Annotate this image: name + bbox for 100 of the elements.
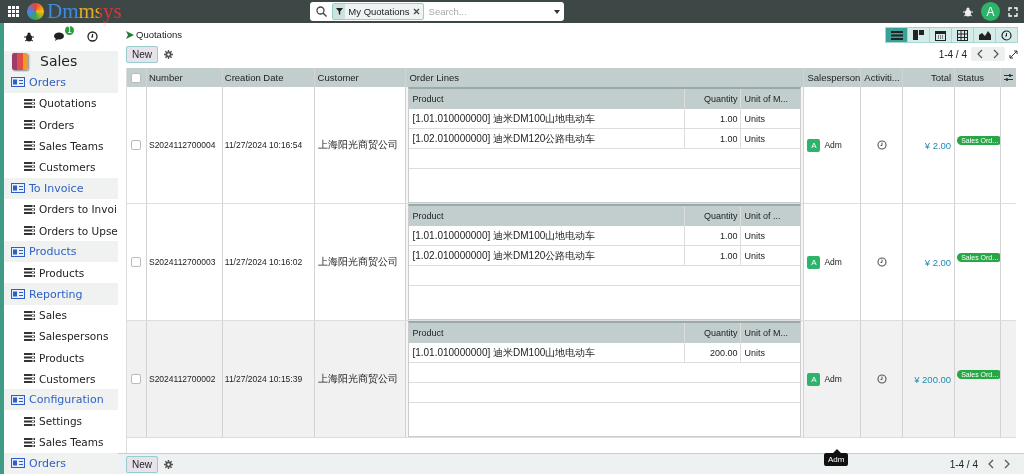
product-cell[interactable]: [1.01.010000000] 迪米DM100山地电动车 bbox=[409, 109, 686, 128]
menu-item[interactable]: Quotations bbox=[4, 92, 118, 115]
unit-cell[interactable]: Units bbox=[741, 343, 801, 362]
menu-item[interactable]: Customers bbox=[4, 368, 118, 390]
customer-name: 上海阳光商贸公司 bbox=[317, 372, 398, 386]
new-button[interactable]: New bbox=[126, 455, 158, 473]
menu-section[interactable]: To Invoice bbox=[4, 177, 118, 199]
list-icon bbox=[24, 331, 35, 341]
menu-item[interactable]: Customers bbox=[4, 156, 118, 178]
caret-icon[interactable] bbox=[554, 9, 561, 14]
breadcrumb[interactable]: Quotations bbox=[136, 29, 182, 40]
column-header[interactable]: Number bbox=[146, 68, 223, 87]
list-icon bbox=[24, 374, 35, 384]
list-icon bbox=[24, 226, 35, 235]
column-header[interactable]: Creation Date bbox=[222, 68, 315, 87]
activity-clock-icon[interactable] bbox=[876, 374, 887, 384]
salesperson-name: Adm bbox=[824, 374, 842, 384]
settings-icon[interactable] bbox=[164, 459, 173, 469]
row-checkbox[interactable] bbox=[131, 140, 142, 150]
quantity-cell[interactable]: 1.00 bbox=[685, 226, 742, 245]
menu-item[interactable]: Sales Teams bbox=[4, 431, 118, 453]
pager-text[interactable]: 1-4 / 4 bbox=[938, 48, 967, 60]
kanban-view-icon bbox=[912, 30, 925, 40]
logo-icon bbox=[27, 3, 44, 20]
bug-icon[interactable] bbox=[24, 31, 34, 42]
list-icon bbox=[24, 268, 35, 278]
activity-view-button[interactable] bbox=[995, 27, 1018, 43]
list-icon bbox=[24, 162, 35, 172]
menu-section[interactable]: Orders bbox=[4, 71, 118, 93]
list-icon bbox=[24, 141, 35, 151]
unit-cell[interactable]: Units bbox=[741, 246, 801, 265]
close-icon[interactable] bbox=[412, 8, 420, 15]
search-field[interactable]: My Quotations Search... bbox=[310, 2, 565, 21]
order-number: S2024112700002 bbox=[148, 374, 216, 384]
breadcrumb-arrow-icon bbox=[126, 30, 134, 39]
filter-icon bbox=[335, 8, 343, 15]
menu-item[interactable]: Orders bbox=[4, 114, 118, 136]
menu-item[interactable]: Products bbox=[4, 346, 118, 369]
menu-item[interactable]: Orders to Invoi bbox=[4, 198, 118, 220]
chat-icon[interactable] bbox=[54, 31, 67, 43]
menu-item[interactable]: Products bbox=[4, 262, 118, 284]
bug-icon[interactable] bbox=[963, 6, 973, 17]
product-cell[interactable]: [1.02.010000000] 迪米DM120公路电动车 bbox=[409, 246, 686, 265]
column-header[interactable]: Activiti... bbox=[861, 68, 904, 87]
unit-cell[interactable]: Units bbox=[741, 129, 801, 148]
menu-section[interactable]: Products bbox=[4, 241, 118, 263]
column-header[interactable]: Status bbox=[955, 68, 1002, 87]
expand-icon[interactable] bbox=[1008, 6, 1018, 17]
row-checkbox[interactable] bbox=[131, 374, 142, 384]
product-cell[interactable]: [1.01.010000000] 迪米DM100山地电动车 bbox=[409, 226, 686, 245]
unit-cell[interactable]: Units bbox=[741, 226, 801, 245]
column-settings-icon[interactable] bbox=[1004, 73, 1013, 82]
activity-view-icon bbox=[1001, 29, 1012, 41]
graph-view-button[interactable] bbox=[973, 27, 996, 43]
new-button[interactable]: New bbox=[126, 45, 158, 63]
apps-grid-icon[interactable] bbox=[8, 6, 19, 17]
row-checkbox[interactable] bbox=[131, 257, 142, 267]
clock-icon[interactable] bbox=[87, 31, 98, 43]
subcolumn-header: Quantity bbox=[685, 89, 742, 109]
quantity-cell[interactable]: 1.00 bbox=[685, 109, 742, 128]
menu-item[interactable]: Sales bbox=[4, 304, 118, 326]
subcolumn-header: Unit of M... bbox=[743, 93, 789, 106]
product-cell[interactable]: [1.01.010000000] 迪米DM100山地电动车 bbox=[409, 343, 686, 362]
subcolumn-header: Product bbox=[409, 89, 686, 109]
app-title: Sales bbox=[40, 53, 78, 70]
settings-icon[interactable] bbox=[164, 49, 173, 59]
menu-item[interactable]: Settings bbox=[4, 410, 118, 432]
subcolumn-header: Unit of ... bbox=[743, 210, 782, 223]
list-view-icon bbox=[890, 30, 903, 40]
id-card-icon bbox=[11, 458, 25, 469]
menu-item[interactable]: Sales Teams bbox=[4, 135, 118, 157]
salesperson-avatar: A bbox=[807, 372, 821, 386]
column-header[interactable]: Customer bbox=[314, 68, 407, 87]
menu-item[interactable]: Salespersons bbox=[4, 325, 118, 347]
pivot-view-button[interactable] bbox=[951, 27, 974, 43]
unit-cell[interactable]: Units bbox=[741, 109, 801, 128]
activity-clock-icon[interactable] bbox=[876, 257, 887, 267]
column-header[interactable]: Salesperson bbox=[804, 68, 862, 87]
product-cell[interactable]: [1.02.010000000] 迪米DM120公路电动车 bbox=[409, 129, 686, 148]
menu-section[interactable]: Configuration bbox=[4, 389, 118, 411]
select-all-checkbox[interactable] bbox=[131, 72, 142, 83]
fullscreen-icon[interactable] bbox=[1009, 49, 1018, 59]
activity-clock-icon[interactable] bbox=[876, 140, 887, 150]
calendar-view-button[interactable] bbox=[929, 27, 952, 43]
column-header[interactable]: Total bbox=[903, 68, 956, 87]
menu-section[interactable]: Reporting bbox=[4, 283, 118, 305]
quantity-cell[interactable]: 1.00 bbox=[685, 129, 742, 148]
creation-date: 11/27/2024 10:15:39 bbox=[224, 374, 303, 384]
subcolumn-header: Unit of M... bbox=[743, 327, 789, 340]
quantity-cell[interactable]: 1.00 bbox=[685, 246, 742, 265]
list-view-button[interactable] bbox=[885, 27, 908, 43]
id-card-icon bbox=[11, 183, 25, 194]
menu-section[interactable]: Orders bbox=[4, 452, 118, 474]
menu-item[interactable]: Orders to Upse bbox=[4, 219, 118, 242]
quantity-cell[interactable]: 200.00 bbox=[685, 343, 742, 362]
kanban-view-button[interactable] bbox=[907, 27, 930, 43]
pivot-view-icon bbox=[957, 29, 968, 41]
filter-facet[interactable]: My Quotations bbox=[332, 3, 424, 20]
sales-app-icon bbox=[12, 52, 28, 70]
pager-text[interactable]: 1-4 / 4 bbox=[949, 458, 978, 470]
